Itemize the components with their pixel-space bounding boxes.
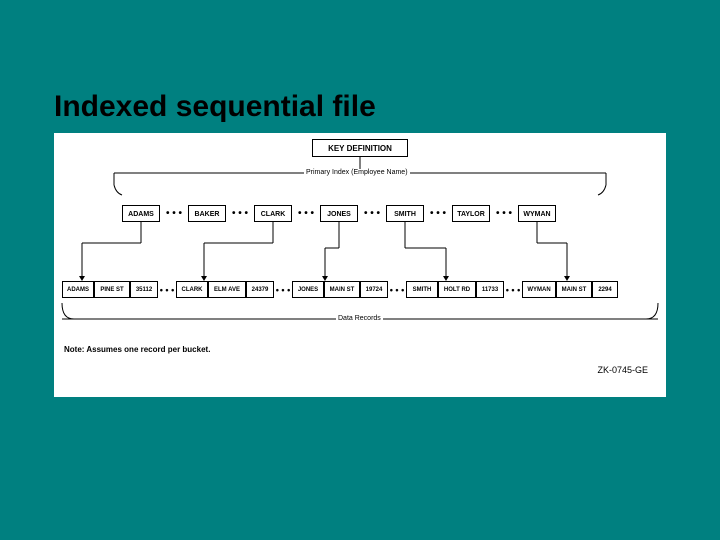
ellipsis-icon: • • • xyxy=(504,285,522,295)
index-entry: JONES xyxy=(320,205,358,222)
ellipsis-icon: • • • xyxy=(358,208,386,219)
ellipsis-icon: • • • xyxy=(490,208,518,219)
primary-index-label: Primary Index (Employee Name) xyxy=(304,169,410,176)
title-underline xyxy=(54,128,444,131)
data-cell-code: 24379 xyxy=(246,281,274,298)
diagram-note: Note: Assumes one record per bucket. xyxy=(64,345,210,354)
diagram-ref: ZK-0745-GE xyxy=(597,365,648,375)
ellipsis-icon: • • • xyxy=(292,208,320,219)
data-cell-code: 2294 xyxy=(592,281,618,298)
diagram-panel: KEY DEFINITION xyxy=(54,133,666,397)
index-row: ADAMS • • • BAKER • • • CLARK • • • JONE… xyxy=(122,205,556,222)
data-cell-name: CLARK xyxy=(176,281,208,298)
ellipsis-icon: • • • xyxy=(158,285,176,295)
index-entry: BAKER xyxy=(188,205,226,222)
data-cell-name: JONES xyxy=(292,281,324,298)
data-cell-code: 19724 xyxy=(360,281,388,298)
slide-title: Indexed sequential file xyxy=(54,90,376,124)
ellipsis-icon: • • • xyxy=(274,285,292,295)
diagram: KEY DEFINITION xyxy=(54,133,666,397)
data-cell-street: HOLT RD xyxy=(438,281,476,298)
data-cell-code: 11733 xyxy=(476,281,504,298)
ellipsis-icon: • • • xyxy=(388,285,406,295)
index-entry: CLARK xyxy=(254,205,292,222)
data-row: ADAMS PINE ST 35112 • • • CLARK ELM AVE … xyxy=(62,281,618,298)
ellipsis-icon: • • • xyxy=(160,208,188,219)
data-cell-name: ADAMS xyxy=(62,281,94,298)
slide: Indexed sequential file KEY DEFINITION xyxy=(0,0,720,540)
data-cell-street: MAIN ST xyxy=(324,281,360,298)
index-entry: SMITH xyxy=(386,205,424,222)
ellipsis-icon: • • • xyxy=(226,208,254,219)
data-cell-name: SMITH xyxy=(406,281,438,298)
index-entry: TAYLOR xyxy=(452,205,490,222)
data-cell-street: ELM AVE xyxy=(208,281,246,298)
data-records-label: Data Records xyxy=(336,315,383,322)
ellipsis-icon: • • • xyxy=(424,208,452,219)
data-cell-name: WYMAN xyxy=(522,281,556,298)
index-entry: WYMAN xyxy=(518,205,556,222)
index-entry: ADAMS xyxy=(122,205,160,222)
data-cell-street: MAIN ST xyxy=(556,281,592,298)
key-definition-box: KEY DEFINITION xyxy=(312,139,408,157)
data-cell-street: PINE ST xyxy=(94,281,130,298)
data-cell-code: 35112 xyxy=(130,281,158,298)
